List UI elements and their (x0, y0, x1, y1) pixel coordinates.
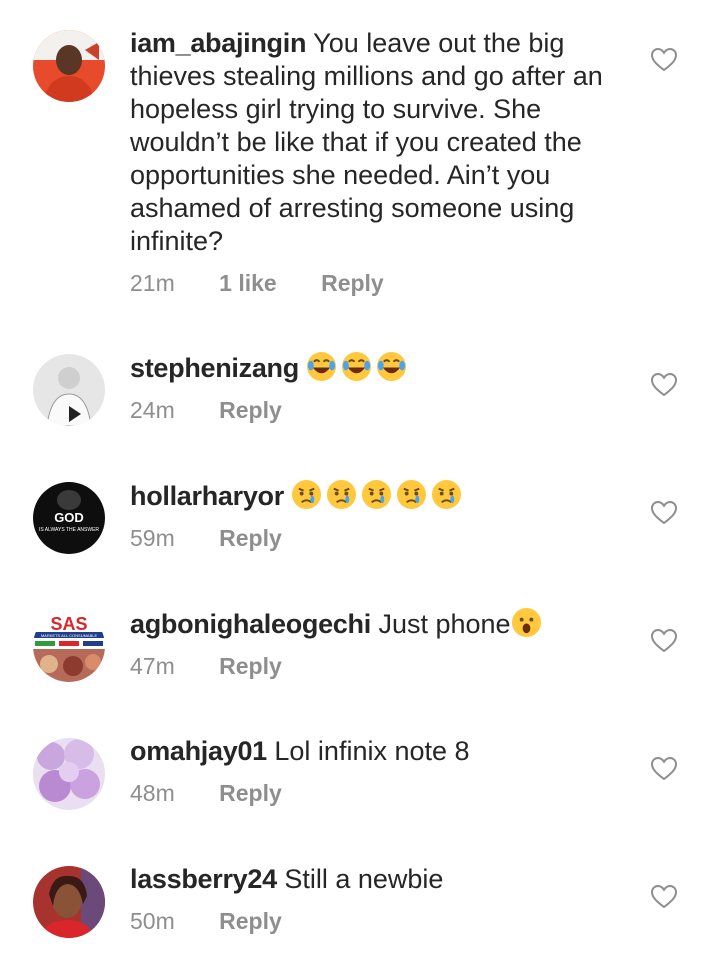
heart-icon[interactable] (651, 629, 677, 653)
reply-button[interactable]: Reply (219, 908, 282, 935)
comment-text: Still a newbie (284, 864, 444, 894)
avatar[interactable] (33, 354, 105, 426)
username[interactable]: agbonighaleogechi (130, 609, 371, 639)
comment-text: Just phone (378, 609, 511, 639)
username[interactable]: hollarharyor (130, 481, 284, 511)
avatar-text: GOD (54, 510, 84, 525)
avatar[interactable]: SAS MARKETS ALL CONSUMABLE (33, 610, 105, 682)
comment-body: agbonighaleogechi Just phone 47m Reply (130, 607, 620, 680)
crying-face-emoji-icon (292, 479, 322, 510)
comment-body: omahjay01 Lol infinix note 8 48m Reply (130, 735, 620, 807)
comment-body: stephenizang 24m Reply (130, 351, 620, 424)
emoji-row (306, 351, 411, 383)
likes-count[interactable]: 1 like (219, 270, 277, 297)
username[interactable]: stephenizang (130, 353, 299, 383)
avatar-subtext: IS ALWAYS THE ANSWER (39, 527, 99, 533)
crying-face-emoji-icon (362, 479, 392, 510)
timestamp: 48m (130, 780, 175, 806)
timestamp: 24m (130, 397, 175, 423)
surprised-face-emoji-icon (511, 607, 541, 638)
username[interactable]: lassberry24 (130, 864, 277, 894)
username[interactable]: iam_abajingin (130, 28, 306, 58)
timestamp: 47m (130, 653, 175, 679)
tears-of-joy-emoji-icon (342, 351, 372, 382)
emoji-row (291, 479, 466, 511)
comment-meta: 50m Reply (130, 908, 620, 935)
comment-text: Lol infinix note 8 (274, 736, 470, 766)
comment-meta: 48m Reply (130, 780, 620, 807)
avatar[interactable] (33, 866, 105, 938)
reply-button[interactable]: Reply (219, 525, 282, 552)
heart-icon[interactable] (651, 757, 677, 781)
timestamp: 50m (130, 908, 175, 934)
tears-of-joy-emoji-icon (307, 351, 337, 382)
crying-face-emoji-icon (327, 479, 357, 510)
reply-button[interactable]: Reply (219, 397, 282, 424)
heart-icon[interactable] (651, 373, 677, 397)
comment-meta: 21m 1 like Reply (130, 270, 620, 297)
heart-icon[interactable] (651, 501, 677, 525)
avatar-subtext: MARKETS ALL CONSUMABLE (41, 633, 98, 638)
heart-icon[interactable] (651, 48, 677, 72)
avatar[interactable] (33, 738, 105, 810)
comment-meta: 47m Reply (130, 653, 620, 680)
comment-body: hollarharyor 59m Reply (130, 479, 620, 552)
heart-icon[interactable] (651, 885, 677, 909)
tears-of-joy-emoji-icon (377, 351, 407, 382)
comments-list: iam_abajingin You leave out the big thie… (0, 0, 720, 957)
reply-button[interactable]: Reply (219, 653, 282, 680)
reply-button[interactable]: Reply (321, 270, 384, 297)
crying-face-emoji-icon (432, 479, 462, 510)
username[interactable]: omahjay01 (130, 736, 267, 766)
timestamp: 21m (130, 270, 175, 296)
comment-body: iam_abajingin You leave out the big thie… (130, 27, 620, 297)
comment-meta: 24m Reply (130, 397, 620, 424)
comment-text: You leave out the big thieves stealing m… (130, 28, 603, 256)
comment-body: lassberry24 Still a newbie 50m Reply (130, 863, 620, 935)
comment-meta: 59m Reply (130, 525, 620, 552)
avatar[interactable]: GOD IS ALWAYS THE ANSWER (33, 482, 105, 554)
avatar-text: SAS (50, 614, 87, 634)
avatar[interactable] (33, 30, 105, 102)
crying-face-emoji-icon (397, 479, 427, 510)
timestamp: 59m (130, 525, 175, 551)
reply-button[interactable]: Reply (219, 780, 282, 807)
